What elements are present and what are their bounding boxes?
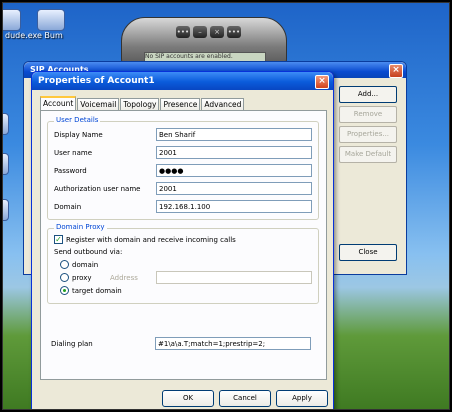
radio-target-domain[interactable] — [60, 286, 69, 295]
account-properties-button[interactable]: Properties... — [339, 126, 397, 143]
desktop-app-label: dude.exe Bum — [5, 31, 63, 40]
domain-proxy-group: Domain Proxy ✓ Register with domain and … — [47, 223, 319, 304]
user-details-title: User Details — [54, 116, 101, 124]
password-label: Password — [54, 167, 87, 175]
remove-account-button[interactable]: Remove — [339, 106, 397, 123]
cancel-button[interactable]: Cancel — [219, 390, 271, 407]
tab-strip: Account Voicemail Topology Presence Adva… — [40, 96, 245, 112]
desktop: dude.exe Bum ••• – × ••• No SIP accounts… — [2, 2, 450, 410]
dialog-title: Properties of Account1 × — [32, 72, 333, 90]
softphone-controls: ••• – × ••• — [176, 26, 241, 38]
proxy-address-field[interactable] — [156, 271, 312, 284]
radio-target-domain-label: target domain — [72, 287, 122, 295]
make-default-button[interactable]: Make Default — [339, 146, 397, 163]
close-icon[interactable]: × — [315, 75, 329, 89]
radio-domain[interactable] — [60, 260, 69, 269]
radio-domain-label: domain — [72, 261, 99, 269]
password-field[interactable]: ●●●● — [156, 164, 312, 177]
account-properties-dialog: Properties of Account1 × Account Voicema… — [31, 71, 334, 409]
desktop-icon-edge-2[interactable] — [3, 153, 9, 175]
softphone-more-button[interactable]: ••• — [227, 26, 241, 38]
close-icon[interactable]: × — [389, 64, 403, 78]
proxy-address-label: Address — [110, 274, 138, 282]
dialing-plan-label: Dialing plan — [51, 340, 93, 348]
desktop-icon-edge-1[interactable] — [3, 113, 9, 135]
register-label: Register with domain and receive incomin… — [66, 236, 236, 244]
register-checkbox[interactable]: ✓ — [54, 235, 63, 244]
ok-button[interactable]: OK — [162, 390, 214, 407]
radio-proxy[interactable] — [60, 273, 69, 282]
radio-selected-dot — [63, 289, 66, 292]
domain-label: Domain — [54, 203, 82, 211]
apply-button[interactable]: Apply — [276, 390, 328, 407]
user-name-field[interactable]: 2001 — [156, 146, 312, 159]
softphone-close-button[interactable]: × — [210, 26, 224, 38]
dialog-title-text: Properties of Account1 — [38, 76, 155, 86]
auth-user-label: Authorization user name — [54, 185, 141, 193]
user-name-label: User name — [54, 149, 93, 157]
domain-proxy-title: Domain Proxy — [54, 223, 107, 231]
auth-user-field[interactable]: 2001 — [156, 182, 312, 195]
add-account-button[interactable]: Add... — [339, 86, 397, 103]
send-outbound-label: Send outbound via: — [54, 248, 123, 256]
account-tab-panel: User Details Display Name Ben Sharif Use… — [40, 110, 327, 380]
display-name-field[interactable]: Ben Sharif — [156, 128, 312, 141]
domain-field[interactable]: 192.168.1.100 — [156, 200, 312, 213]
desktop-app-icon-2[interactable] — [37, 9, 65, 31]
softphone-menu-button[interactable]: ••• — [176, 26, 190, 38]
radio-proxy-label: proxy — [72, 274, 92, 282]
softphone-minimize-button[interactable]: – — [193, 26, 207, 38]
dialing-plan-field[interactable]: #1\a\a.T;match=1;prestrip=2; — [155, 337, 311, 350]
display-name-label: Display Name — [54, 131, 103, 139]
close-accounts-button[interactable]: Close — [339, 244, 397, 261]
desktop-icon-edge-3[interactable] — [3, 199, 9, 221]
desktop-app-icon-1[interactable] — [3, 9, 21, 31]
user-details-group: User Details Display Name Ben Sharif Use… — [47, 116, 319, 220]
